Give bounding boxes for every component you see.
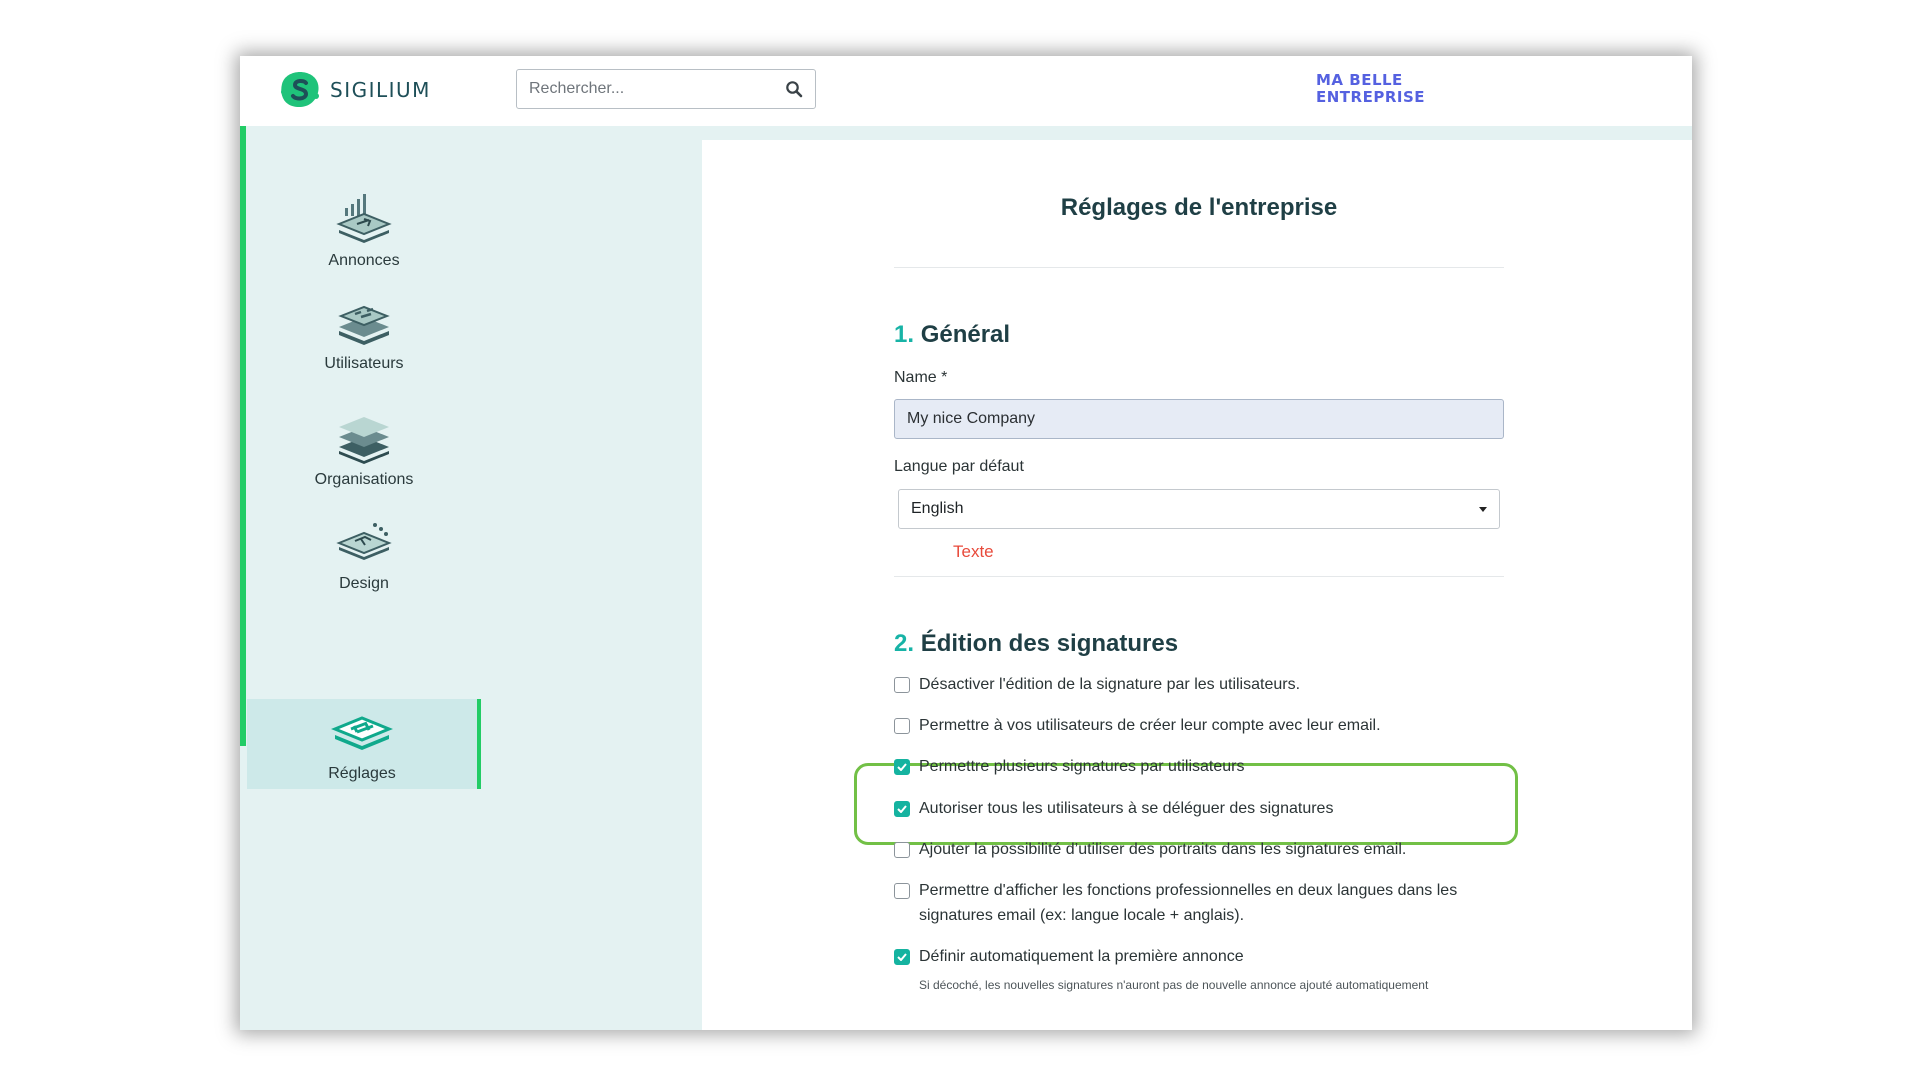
section-general-title: 1. Général: [894, 321, 1010, 349]
design-icon: [336, 523, 392, 560]
section-title-text: Général: [920, 321, 1011, 348]
logo-mark-icon: [281, 72, 319, 107]
sidebar-item-label: Design: [339, 575, 389, 592]
announcements-icon: [336, 194, 392, 243]
option-row[interactable]: Définir automatiquement la première anno…: [894, 947, 1504, 969]
main-panel: Réglages de l'entreprise 1. Général Name…: [702, 140, 1692, 1030]
default-language-label: Langue par défaut: [894, 458, 1024, 475]
option-help-text: Si décoché, les nouvelles signatures n'a…: [919, 978, 1429, 992]
checkbox[interactable]: [894, 677, 910, 693]
option-row[interactable]: Autoriser tous les utilisateurs à se dél…: [894, 799, 1504, 821]
search-input[interactable]: [529, 80, 785, 98]
check-icon: [897, 763, 907, 771]
settings-icon: [331, 716, 393, 750]
sidebar-accent-bar: [240, 126, 246, 746]
page-title: Réglages de l'entreprise: [1060, 194, 1338, 221]
brand-line-1: MA BELLE: [1316, 71, 1403, 89]
hint-text: Texte: [953, 542, 994, 561]
option-row[interactable]: Permettre d'afficher les fonctions profe…: [894, 881, 1504, 928]
checkbox-checked[interactable]: [894, 759, 910, 775]
organisations-icon: [339, 417, 389, 464]
sidebar-item-label: Annonces: [328, 252, 400, 269]
brand-line-2: ENTREPRISE: [1316, 88, 1426, 106]
checkbox-checked[interactable]: [894, 801, 910, 817]
sidebar-item-label: Organisations: [314, 471, 414, 488]
section-title-text: Édition des signatures: [920, 630, 1179, 657]
name-label: Name *: [894, 369, 948, 386]
section-number: 1.: [894, 321, 915, 348]
option-label: Permettre à vos utilisateurs de créer le…: [919, 717, 1381, 734]
language-selected-value: English: [911, 500, 964, 517]
search-icon[interactable]: [785, 80, 803, 98]
option-label: Définir automatiquement la première anno…: [919, 948, 1244, 965]
option-label: Permettre d'afficher les fonctions profe…: [919, 882, 1458, 924]
chevron-down-icon: [1479, 506, 1487, 512]
option-label: Ajouter la possibilité d’utiliser des po…: [919, 841, 1407, 858]
divider: [894, 576, 1504, 577]
checkbox-checked[interactable]: [894, 949, 910, 965]
sidebar-item-label: Utilisateurs: [324, 355, 404, 372]
option-row[interactable]: Désactiver l'édition de la signature par…: [894, 675, 1504, 697]
users-icon: [338, 305, 390, 345]
sidebar-item-organisations[interactable]: Organisations: [247, 405, 481, 495]
divider: [894, 267, 1504, 268]
option-label: Désactiver l'édition de la signature par…: [919, 676, 1301, 693]
option-label: Permettre plusieurs signatures par utili…: [919, 758, 1245, 775]
sidebar-item-utilisateurs[interactable]: Utilisateurs: [247, 289, 481, 379]
default-language-select[interactable]: English: [898, 489, 1500, 529]
check-icon: [897, 953, 907, 961]
sidebar-item-annonces[interactable]: Annonces: [247, 186, 481, 276]
top-bar: SIGILIUM MA BELLE ENTREPRISE: [240, 56, 1692, 126]
sidebar-item-label: Réglages: [328, 765, 396, 782]
name-field[interactable]: [894, 399, 1504, 439]
sigilium-logo[interactable]: SIGILIUM: [278, 70, 431, 110]
logo-text: SIGILIUM: [330, 78, 431, 102]
search-box[interactable]: [516, 69, 816, 109]
section-signatures-title: 2. Édition des signatures: [894, 630, 1178, 658]
checkbox[interactable]: [894, 883, 910, 899]
option-row[interactable]: Permettre à vos utilisateurs de créer le…: [894, 716, 1504, 738]
option-label: Autoriser tous les utilisateurs à se dél…: [919, 800, 1334, 817]
checkbox[interactable]: [894, 718, 910, 734]
check-icon: [897, 805, 907, 813]
company-brand-logo: MA BELLE ENTREPRISE: [1316, 72, 1425, 106]
app-window: SIGILIUM MA BELLE ENTREPRISE: [240, 56, 1692, 1030]
sidebar-item-reglages[interactable]: Réglages: [247, 699, 481, 789]
option-row[interactable]: Permettre plusieurs signatures par utili…: [894, 757, 1504, 779]
checkbox[interactable]: [894, 842, 910, 858]
section-number: 2.: [894, 630, 915, 657]
option-row[interactable]: Ajouter la possibilité d’utiliser des po…: [894, 840, 1504, 862]
sidebar-item-design[interactable]: Design: [247, 509, 481, 599]
